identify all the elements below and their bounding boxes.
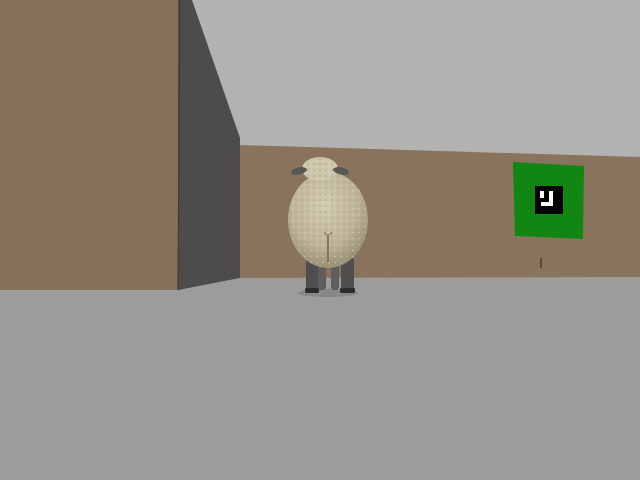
game-viewport[interactable]	[0, 0, 640, 480]
fiducial-marker-icon	[535, 186, 563, 214]
floor	[0, 277, 640, 480]
left-wall-face	[0, 0, 182, 290]
scene-canvas	[0, 0, 640, 480]
